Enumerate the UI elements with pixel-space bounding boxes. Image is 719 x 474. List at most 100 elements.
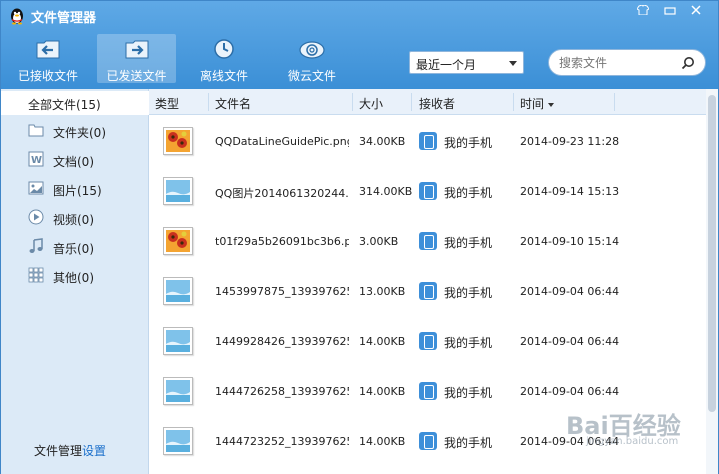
search-input[interactable] xyxy=(559,55,679,71)
category-sidebar: 全部文件(15) 文件夹(0) W 文档(0) 图片(15) 视频(0) 音乐(… xyxy=(1,89,149,474)
phone-icon xyxy=(419,132,437,150)
table-row[interactable]: QQ图片2014061320244... 314.00KB 我的手机 2014-09-… xyxy=(149,165,706,215)
table-row[interactable]: t01f29a5b26091bc3b6.png 3.00KB 我的手机 2014-09… xyxy=(149,215,706,265)
tab-received-files[interactable]: 已接收文件 xyxy=(8,34,88,83)
file-name: QQ图片2014061320244... xyxy=(215,187,349,200)
search-box[interactable] xyxy=(548,49,706,76)
receiver: 我的手机 xyxy=(444,186,493,200)
sidebar-footer: 文件管理设置 xyxy=(34,442,106,459)
tab-offline-files[interactable]: 离线文件 xyxy=(185,34,263,83)
folder-send-icon xyxy=(125,40,148,59)
tab-sent-files[interactable]: 已发送文件 xyxy=(97,34,176,83)
file-time: 2014-09-04 06:44 xyxy=(520,385,620,398)
column-divider[interactable] xyxy=(411,93,412,111)
skin-button[interactable] xyxy=(633,4,653,20)
sidebar-item-label: 文档(0) xyxy=(53,155,94,169)
file-time: 2014-09-04 06:44 xyxy=(520,335,620,348)
flower-thumbnail xyxy=(163,127,193,155)
receiver: 我的手机 xyxy=(444,436,493,450)
svg-text:W: W xyxy=(31,155,42,166)
file-size: 314.00KB xyxy=(359,185,413,198)
sidebar-item-all[interactable]: 全部文件(15) xyxy=(1,91,149,115)
column-divider[interactable] xyxy=(513,93,514,111)
header-type[interactable]: 类型 xyxy=(155,95,179,115)
sidebar-item-other[interactable]: 其他(0) xyxy=(1,264,148,288)
header-receiver[interactable]: 接收者 xyxy=(419,95,455,115)
app-title: 文件管理器 xyxy=(31,11,97,26)
sidebar-item-label: 图片(15) xyxy=(53,184,102,198)
footer-text: 文件管理 xyxy=(34,444,83,458)
close-icon xyxy=(691,5,701,15)
file-time: 2014-09-23 11:28 xyxy=(520,135,620,148)
file-size: 13.00KB xyxy=(359,285,406,298)
column-divider[interactable] xyxy=(614,93,615,111)
table-row[interactable]: QQDataLineGuidePic.png 34.00KB 我的手机 2014-09… xyxy=(149,115,706,165)
landscape-image-icon xyxy=(166,380,190,402)
header-size[interactable]: 大小 xyxy=(359,95,383,115)
receiver: 我的手机 xyxy=(444,336,493,350)
table-row[interactable]: 1449928426_139397625... 14.00KB 我的手机 2014-0… xyxy=(149,315,706,365)
landscape-image-icon xyxy=(166,280,190,302)
period-select-value: 最近一个月 xyxy=(416,58,477,72)
top-toolbar: 文件管理器 已接收文件 已发送文件 离线文件 微云文件 最近一个月 搜索文件 xyxy=(1,1,718,89)
file-size: 14.00KB xyxy=(359,435,406,448)
column-divider[interactable] xyxy=(208,93,209,111)
minimize-icon xyxy=(664,7,676,15)
file-size: 14.00KB xyxy=(359,385,406,398)
phone-icon xyxy=(419,182,437,200)
sidebar-item-label: 文件夹(0) xyxy=(53,126,106,140)
landscape-image-icon xyxy=(166,430,190,452)
search-icon[interactable] xyxy=(681,56,695,70)
landscape-thumbnail xyxy=(163,327,193,355)
file-name: 1444726258_139397625... xyxy=(215,385,349,398)
sidebar-item-folder[interactable]: 文件夹(0) xyxy=(1,119,148,143)
phone-icon xyxy=(419,332,437,350)
sidebar-item-image[interactable]: 图片(15) xyxy=(1,177,148,201)
folder-icon xyxy=(28,124,44,137)
sidebar-item-label: 其他(0) xyxy=(53,271,94,285)
file-size: 14.00KB xyxy=(359,335,406,348)
landscape-image-icon xyxy=(166,180,190,202)
receiver: 我的手机 xyxy=(444,236,493,250)
receiver: 我的手机 xyxy=(444,136,493,150)
shirt-icon xyxy=(636,4,650,16)
minimize-button[interactable] xyxy=(660,4,680,20)
landscape-thumbnail xyxy=(163,177,193,205)
sort-desc-icon xyxy=(548,102,555,107)
file-name: 1444723252_139397625... xyxy=(215,435,349,448)
file-name: 1449928426_139397625... xyxy=(215,335,349,348)
receiver: 我的手机 xyxy=(444,386,493,400)
file-name: t01f29a5b26091bc3b6.png xyxy=(215,235,349,248)
sidebar-item-label: 视频(0) xyxy=(53,213,94,227)
flower-thumbnail xyxy=(163,227,193,255)
music-note-icon xyxy=(29,238,43,253)
sidebar-item-document[interactable]: W 文档(0) xyxy=(1,148,148,172)
file-name: 1453997875_139397625... xyxy=(215,285,349,298)
folder-receive-icon xyxy=(36,40,60,59)
watermark-sub: jingyan.baidu.com xyxy=(586,436,679,447)
file-size: 3.00KB xyxy=(359,235,399,248)
settings-link[interactable]: 设置 xyxy=(82,444,106,458)
phone-icon xyxy=(419,432,437,450)
flower-image-icon xyxy=(166,230,190,252)
file-size: 34.00KB xyxy=(359,135,406,148)
phone-icon xyxy=(419,282,437,300)
close-button[interactable] xyxy=(686,4,706,20)
file-time: 2014-09-14 15:13 xyxy=(520,185,620,198)
header-name[interactable]: 文件名 xyxy=(215,95,251,115)
sidebar-item-video[interactable]: 视频(0) xyxy=(1,206,148,230)
sidebar-item-music[interactable]: 音乐(0) xyxy=(1,235,148,259)
header-time[interactable]: 时间 xyxy=(520,95,555,115)
column-divider[interactable] xyxy=(352,93,353,111)
landscape-thumbnail xyxy=(163,277,193,305)
period-select[interactable]: 最近一个月 xyxy=(409,51,524,74)
document-icon: W xyxy=(28,151,44,167)
clock-icon xyxy=(214,39,234,59)
table-row[interactable]: 1453997875_139397625... 13.00KB 我的手机 2014-0… xyxy=(149,265,706,315)
scrollbar-thumb[interactable] xyxy=(708,95,716,412)
landscape-image-icon xyxy=(166,330,190,352)
tab-weiyun-files[interactable]: 微云文件 xyxy=(272,34,352,83)
file-time: 2014-09-04 06:44 xyxy=(520,285,620,298)
phone-icon xyxy=(419,232,437,250)
file-name: QQDataLineGuidePic.png xyxy=(215,135,349,148)
